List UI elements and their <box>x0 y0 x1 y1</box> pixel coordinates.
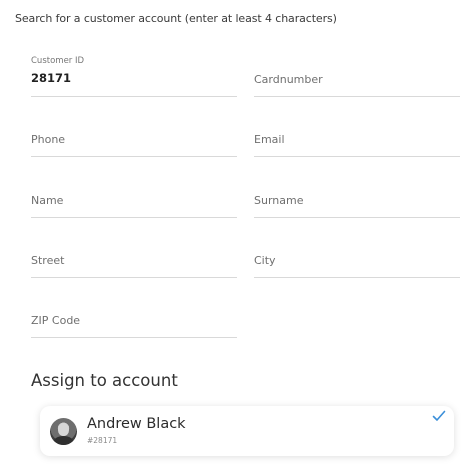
name-placeholder: Name <box>31 194 64 207</box>
street-placeholder: Street <box>31 254 65 267</box>
surname-placeholder: Surname <box>254 194 304 207</box>
avatar <box>50 418 77 445</box>
account-result-card[interactable]: Andrew Black #28171 <box>40 406 454 456</box>
account-id: #28171 <box>87 436 118 445</box>
assign-section-title: Assign to account <box>31 371 178 390</box>
zip-code-placeholder: ZIP Code <box>31 314 81 327</box>
street-field[interactable]: Street <box>31 237 237 278</box>
city-field[interactable]: City <box>254 237 460 278</box>
cardnumber-field[interactable]: Cardnumber <box>254 56 460 97</box>
name-field[interactable]: Name <box>31 177 237 218</box>
customer-id-value[interactable]: 28171 <box>31 71 71 85</box>
phone-placeholder: Phone <box>31 133 66 146</box>
customer-search-panel: Search for a customer account (enter at … <box>0 0 474 467</box>
zip-code-field[interactable]: ZIP Code <box>31 297 237 338</box>
customer-id-field[interactable]: Customer ID 28171 <box>31 56 237 97</box>
surname-field[interactable]: Surname <box>254 177 460 218</box>
account-name: Andrew Black <box>87 416 186 432</box>
phone-field[interactable]: Phone <box>31 116 237 157</box>
customer-id-label: Customer ID <box>31 56 85 66</box>
search-hint: Search for a customer account (enter at … <box>15 12 337 25</box>
city-placeholder: City <box>254 254 276 267</box>
cardnumber-placeholder: Cardnumber <box>254 73 323 86</box>
email-field[interactable]: Email <box>254 116 460 157</box>
email-placeholder: Email <box>254 133 285 146</box>
check-icon <box>432 410 446 421</box>
